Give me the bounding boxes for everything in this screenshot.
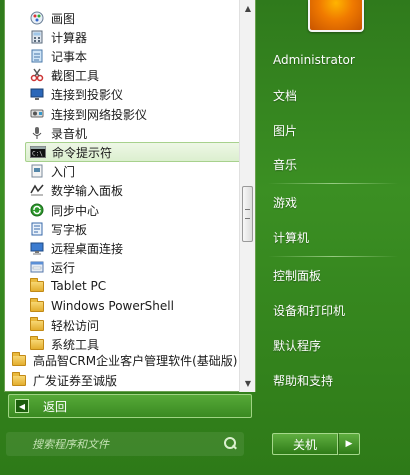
- scroll-up-icon[interactable]: ▲: [241, 1, 255, 15]
- program-item-label: 命令提示符: [52, 145, 113, 160]
- shutdown-button[interactable]: 关机: [272, 433, 338, 455]
- program-item-label: 数学输入面板: [51, 183, 124, 198]
- program-item-paint[interactable]: 画图: [25, 8, 241, 28]
- projector-icon: [29, 86, 45, 102]
- program-folder-ease-of-access[interactable]: 轻松访问: [25, 315, 241, 335]
- program-item-label: 计算器: [51, 30, 88, 45]
- scroll-down-icon[interactable]: ▼: [241, 376, 255, 390]
- program-item-sound-recorder[interactable]: 录音机: [25, 123, 241, 143]
- folder-icon: [11, 351, 27, 368]
- folder-icon: [29, 277, 45, 294]
- separator: [268, 256, 398, 257]
- link-documents[interactable]: 文档: [262, 81, 402, 109]
- network-projector-icon: [29, 106, 45, 122]
- sync-center-icon: [29, 202, 45, 218]
- program-item-wordpad[interactable]: 写字板: [25, 219, 241, 239]
- back-arrow-icon: ◀: [15, 399, 29, 413]
- svg-text:C:\: C:\: [32, 151, 43, 158]
- folder-icon: [29, 316, 45, 333]
- search-box[interactable]: 搜索程序和文件: [6, 432, 244, 456]
- program-item-sync-center[interactable]: 同步中心: [25, 200, 241, 220]
- program-item-label: 轻松访问: [51, 318, 100, 333]
- folder-icon: [11, 371, 27, 388]
- run-icon: [29, 259, 45, 275]
- snipping-tool-icon: [29, 67, 45, 83]
- program-item-label: 广发证券至诚版: [33, 373, 118, 388]
- program-item-notepad[interactable]: 记事本: [25, 46, 241, 66]
- program-folder-crm[interactable]: 高品智CRM企业客户管理软件(基础版): [7, 350, 241, 370]
- program-item-command-prompt[interactable]: C:\ 命令提示符: [25, 142, 241, 162]
- program-item-projector[interactable]: 连接到投影仪: [25, 84, 241, 104]
- shutdown-options-arrow-icon[interactable]: ▶: [338, 433, 360, 455]
- wordpad-icon: [29, 221, 45, 237]
- program-item-snipping-tool[interactable]: 截图工具: [25, 65, 241, 85]
- link-control-panel[interactable]: 控制面板: [262, 261, 402, 289]
- program-item-label: 截图工具: [51, 68, 100, 83]
- program-list-scrollbar[interactable]: ▲ ▼: [239, 0, 255, 392]
- link-user[interactable]: Administrator: [262, 46, 402, 74]
- program-item-math-input[interactable]: 数学输入面板: [25, 180, 241, 200]
- program-item-label: 运行: [51, 260, 76, 275]
- separator: [268, 183, 398, 184]
- microphone-icon: [29, 125, 45, 141]
- link-help-support[interactable]: 帮助和支持: [262, 366, 402, 394]
- program-item-network-projector[interactable]: 连接到网络投影仪: [25, 104, 241, 124]
- scrollbar-thumb[interactable]: [242, 186, 253, 242]
- program-folder-windows-powershell[interactable]: Windows PowerShell: [25, 296, 241, 316]
- back-label: 返回: [43, 399, 68, 414]
- program-item-label: 入门: [51, 164, 76, 179]
- all-programs-pane: 画图 计算器 记事本 截图工具 连接到投影仪 连接到网络投影仪 录音机 C:\: [4, 0, 256, 392]
- program-item-label: 录音机: [51, 126, 88, 141]
- program-item-calculator[interactable]: 计算器: [25, 27, 241, 47]
- search-input[interactable]: 搜索程序和文件: [32, 436, 222, 452]
- folder-icon: [29, 297, 45, 314]
- getting-started-icon: [29, 163, 45, 179]
- program-item-remote-desktop[interactable]: 远程桌面连接: [25, 238, 241, 258]
- program-folder-gf-securities[interactable]: 广发证券至诚版: [7, 370, 241, 390]
- program-item-label: 远程桌面连接: [51, 241, 124, 256]
- program-item-label: 高品智CRM企业客户管理软件(基础版): [33, 353, 238, 368]
- program-folder-tablet-pc[interactable]: Tablet PC: [25, 276, 241, 296]
- program-item-label: 记事本: [51, 49, 88, 64]
- program-item-label: Tablet PC: [51, 279, 107, 293]
- program-item-getting-started[interactable]: 入门: [25, 161, 241, 181]
- link-default-programs[interactable]: 默认程序: [262, 331, 402, 359]
- remote-desktop-icon: [29, 240, 45, 256]
- back-button[interactable]: ◀ 返回: [8, 394, 252, 418]
- link-music[interactable]: 音乐: [262, 150, 402, 178]
- link-devices-printers[interactable]: 设备和打印机: [262, 296, 402, 324]
- notepad-icon: [29, 48, 45, 64]
- program-item-label: 同步中心: [51, 203, 100, 218]
- link-games[interactable]: 游戏: [262, 188, 402, 216]
- program-list: 画图 计算器 记事本 截图工具 连接到投影仪 连接到网络投影仪 录音机 C:\: [5, 0, 241, 392]
- paint-icon: [29, 10, 45, 26]
- program-item-label: 画图: [51, 11, 76, 26]
- program-item-label: 连接到网络投影仪: [51, 107, 148, 122]
- program-item-run[interactable]: 运行: [25, 257, 241, 277]
- math-input-icon: [29, 182, 45, 198]
- command-prompt-icon: C:\: [30, 144, 46, 160]
- user-avatar[interactable]: [308, 0, 364, 32]
- program-item-label: Windows PowerShell: [51, 299, 174, 313]
- program-item-label: 写字板: [51, 222, 88, 237]
- link-computer[interactable]: 计算机: [262, 223, 402, 251]
- link-pictures[interactable]: 图片: [262, 116, 402, 144]
- program-item-label: 连接到投影仪: [51, 87, 124, 102]
- search-icon[interactable]: [222, 436, 238, 452]
- calculator-icon: [29, 29, 45, 45]
